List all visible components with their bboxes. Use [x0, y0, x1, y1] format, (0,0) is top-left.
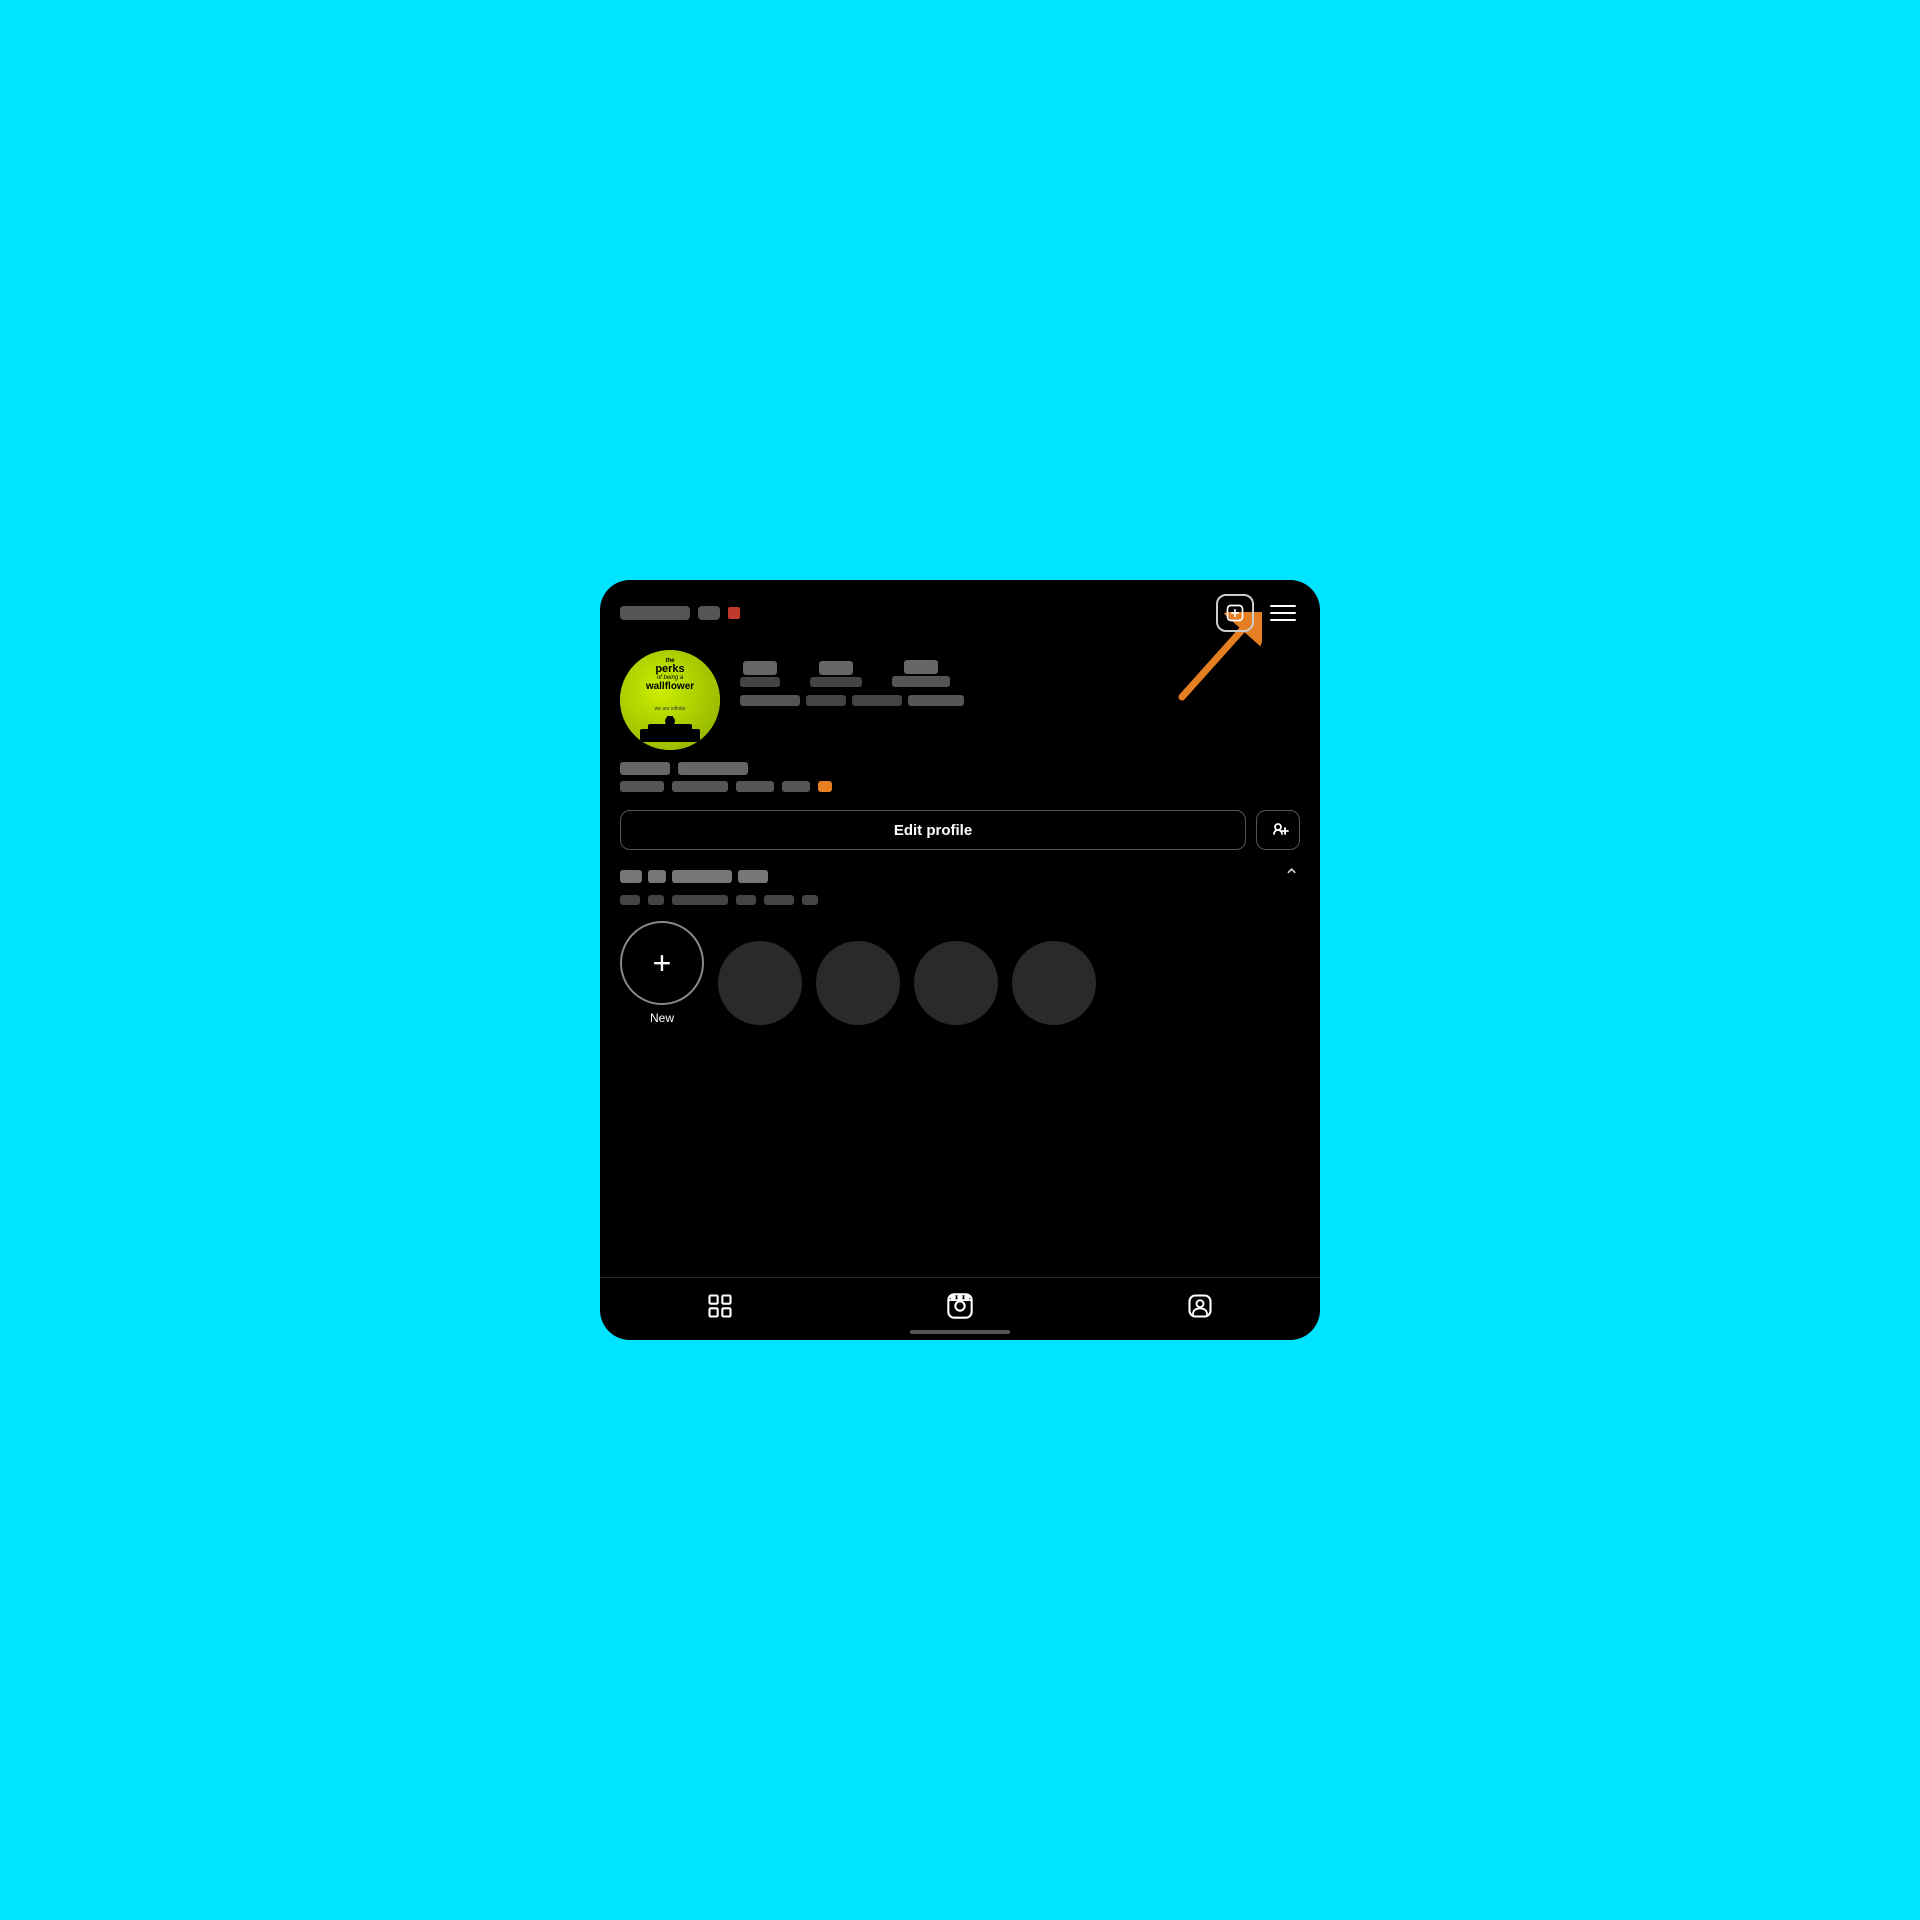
bio-block3: [736, 781, 774, 792]
hamburger-line-2: [1270, 612, 1296, 614]
story-circle-4[interactable]: [1012, 941, 1096, 1025]
bio-block1: [620, 781, 664, 792]
hl-sub-6: [802, 895, 818, 905]
avatar-silhouette-svg: [640, 714, 700, 742]
avatar-subtitle: we are infinite: [655, 706, 686, 712]
app-background: the perks of being a wallflower we are i…: [0, 0, 1920, 1920]
top-bar-left: [620, 606, 740, 620]
highlights-title: [620, 870, 768, 883]
hamburger-line-1: [1270, 605, 1296, 607]
story-circle-1[interactable]: [718, 941, 802, 1025]
story-item-3[interactable]: [914, 941, 998, 1025]
story-circle-3[interactable]: [914, 941, 998, 1025]
top-bar-right: [1216, 594, 1300, 632]
stats-area: [740, 650, 1300, 706]
highlights-sub: [620, 895, 1300, 905]
bio-block4: [782, 781, 810, 792]
followed-by-more: [908, 695, 964, 706]
following-stat[interactable]: [892, 660, 950, 687]
username-block2: [678, 762, 748, 775]
add-friend-icon: [1267, 820, 1289, 840]
username-text: [620, 606, 690, 620]
following-count: [904, 660, 938, 674]
follower-name2: [852, 695, 902, 706]
tab-reels[interactable]: [946, 1292, 974, 1320]
followers-stat[interactable]: [810, 661, 862, 687]
username-block1: [620, 762, 670, 775]
story-item-2[interactable]: [816, 941, 900, 1025]
hl-sub-4: [736, 895, 756, 905]
followed-by-text: [740, 695, 800, 706]
avatar[interactable]: the perks of being a wallflower we are i…: [620, 650, 720, 750]
followers-label: [810, 677, 862, 687]
home-indicator: [600, 1330, 1320, 1340]
new-story-item: + New: [620, 921, 704, 1025]
follower-name1: [806, 695, 846, 706]
posts-stat[interactable]: [740, 661, 780, 687]
followed-by: [740, 695, 1300, 706]
hl-title-2: [648, 870, 666, 883]
add-post-button[interactable]: [1216, 594, 1254, 632]
stories-row: + New: [600, 921, 1320, 1039]
avatar-inner: the perks of being a wallflower we are i…: [620, 650, 720, 750]
hl-title-1: [620, 870, 642, 883]
bio-orange-block: [818, 781, 832, 792]
notification-dot: [728, 607, 740, 619]
hl-sub-5: [764, 895, 794, 905]
new-story-button[interactable]: +: [620, 921, 704, 1005]
highlights-header: ⌃: [620, 864, 1300, 889]
hl-sub-1: [620, 895, 640, 905]
hl-sub-3: [672, 895, 728, 905]
avatar-title-1: perks: [620, 664, 720, 675]
hl-title-4: [738, 870, 768, 883]
phone-container: the perks of being a wallflower we are i…: [600, 580, 1320, 1340]
action-buttons: Edit profile: [600, 802, 1320, 862]
highlights-section: ⌃: [600, 862, 1320, 921]
edit-profile-button[interactable]: Edit profile: [620, 810, 1246, 850]
hl-sub-2: [648, 895, 664, 905]
top-bar: [600, 580, 1320, 640]
new-story-label: New: [650, 1011, 674, 1025]
posts-count: [743, 661, 777, 675]
avatar-title-3: wallflower: [620, 681, 720, 692]
grid-icon: [706, 1292, 734, 1320]
tagged-icon: [1186, 1292, 1214, 1320]
posts-label: [740, 677, 780, 687]
highlights-collapse-button[interactable]: ⌃: [1283, 864, 1300, 889]
home-indicator-bar: [910, 1330, 1010, 1334]
profile-section: the perks of being a wallflower we are i…: [600, 640, 1320, 762]
menu-button[interactable]: [1266, 601, 1300, 625]
username-area: [600, 762, 1320, 802]
following-label: [892, 676, 950, 687]
username-line: [620, 762, 1300, 775]
story-item-1[interactable]: [718, 941, 802, 1025]
hamburger-line-3: [1270, 619, 1296, 621]
reels-icon: [946, 1292, 974, 1320]
hl-title-3: [672, 870, 732, 883]
username-text2: [698, 606, 720, 620]
add-friend-button[interactable]: [1256, 810, 1300, 850]
bio-block2: [672, 781, 728, 792]
bio-line: [620, 781, 1300, 792]
story-item-4[interactable]: [1012, 941, 1096, 1025]
tab-tagged[interactable]: [1186, 1292, 1214, 1320]
bottom-tabs: [600, 1277, 1320, 1330]
tab-grid[interactable]: [706, 1292, 734, 1320]
stats-row: [740, 660, 1300, 687]
story-circle-2[interactable]: [816, 941, 900, 1025]
followers-count: [819, 661, 853, 675]
